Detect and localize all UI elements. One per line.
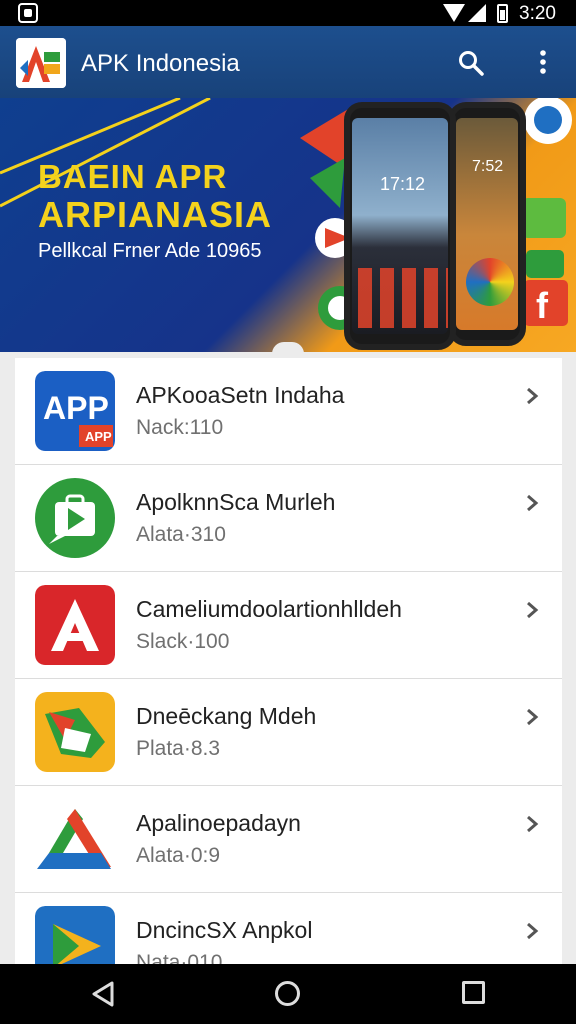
search-icon[interactable]	[456, 48, 486, 78]
app-meta: Alata·0:9	[136, 844, 221, 867]
app-list-item[interactable]: DncincSX Anpkol Nata·010	[15, 893, 562, 964]
overflow-menu-icon[interactable]	[528, 48, 558, 78]
green-bag-play-icon	[35, 478, 115, 558]
blue-play-icon	[35, 906, 115, 964]
app-list-item[interactable]: Apalinoepadayn Alata·0:9	[15, 786, 562, 893]
battery-icon	[497, 4, 508, 23]
app-meta: Plata·8.3	[136, 737, 221, 760]
signal-icon	[468, 4, 486, 22]
app-list-item[interactable]: ApolknnSca Murleh Alata·310	[15, 465, 562, 572]
app-title: APK Indonesia	[81, 50, 240, 77]
chevron-right-icon	[527, 494, 539, 512]
app-list-item[interactable]: Cameliumdoolartionhlldeh Slack·100	[15, 572, 562, 679]
notification-icon	[18, 3, 38, 23]
phone-app-circle-icon	[466, 258, 514, 306]
app-name: Apalinoepadayn	[136, 810, 301, 836]
wifi-icon	[443, 4, 465, 22]
app-name: Dneēckang Mdeh	[136, 703, 317, 729]
chevron-right-icon	[527, 387, 539, 405]
system-nav-bar	[0, 964, 576, 1024]
banner-pointer	[272, 342, 304, 352]
home-icon[interactable]	[275, 981, 300, 1006]
banner-headline-1: BAEIN APR	[38, 158, 228, 195]
apk-badge-icon: APP APP	[35, 371, 115, 451]
app-list-item[interactable]: Dneēckang Mdeh Plata·8.3	[15, 679, 562, 786]
svg-text:APP: APP	[43, 390, 109, 426]
app-name: APKooaSetn Indaha	[136, 382, 345, 408]
app-bar: APK Indonesia	[0, 26, 576, 98]
svg-text:f: f	[536, 285, 549, 326]
promo-banner[interactable]: f BAEIN APR ARPIANASIA Pellkcal Frner Ad…	[0, 98, 576, 352]
phone-time-right: 7:52	[472, 158, 504, 175]
status-time: 3:20	[519, 3, 556, 24]
app-name: Cameliumdoolartionhlldeh	[136, 596, 402, 622]
app-meta: Alata·310	[136, 523, 226, 546]
app-meta: Nata·010	[136, 951, 223, 964]
banner-phone-right: 7:52	[448, 102, 526, 346]
phone-time-left: 17:12	[380, 174, 426, 194]
yellow-folder-icon	[35, 692, 115, 772]
chevron-right-icon	[527, 601, 539, 619]
recents-icon[interactable]	[462, 981, 485, 1004]
status-bar: 3:20	[0, 0, 576, 26]
chevron-right-icon	[527, 922, 539, 940]
app-list-item[interactable]: APP APP APKooaSetn Indaha Nack:110	[15, 358, 562, 465]
app-name: DncincSX Anpkol	[136, 917, 313, 943]
red-a-icon	[35, 585, 115, 665]
phone-app-grid	[358, 268, 448, 328]
banner-subtitle: Pellkcal Frner Ade 10965	[38, 240, 262, 262]
triangle-drive-icon	[35, 799, 115, 879]
app-logo-icon	[16, 38, 66, 88]
banner-phone-left: 17:12	[344, 102, 456, 350]
back-icon[interactable]	[90, 980, 116, 1008]
app-list: APP APP APKooaSetn Indaha Nack:110 Apolk…	[15, 358, 562, 964]
chevron-right-icon	[527, 708, 539, 726]
banner-headline-2: ARPIANASIA	[38, 194, 273, 235]
svg-text:APP: APP	[85, 429, 112, 444]
chevron-right-icon	[527, 815, 539, 833]
app-meta: Nack:110	[136, 416, 224, 439]
app-meta: Slack·100	[136, 630, 230, 653]
app-name: ApolknnSca Murleh	[136, 489, 336, 515]
